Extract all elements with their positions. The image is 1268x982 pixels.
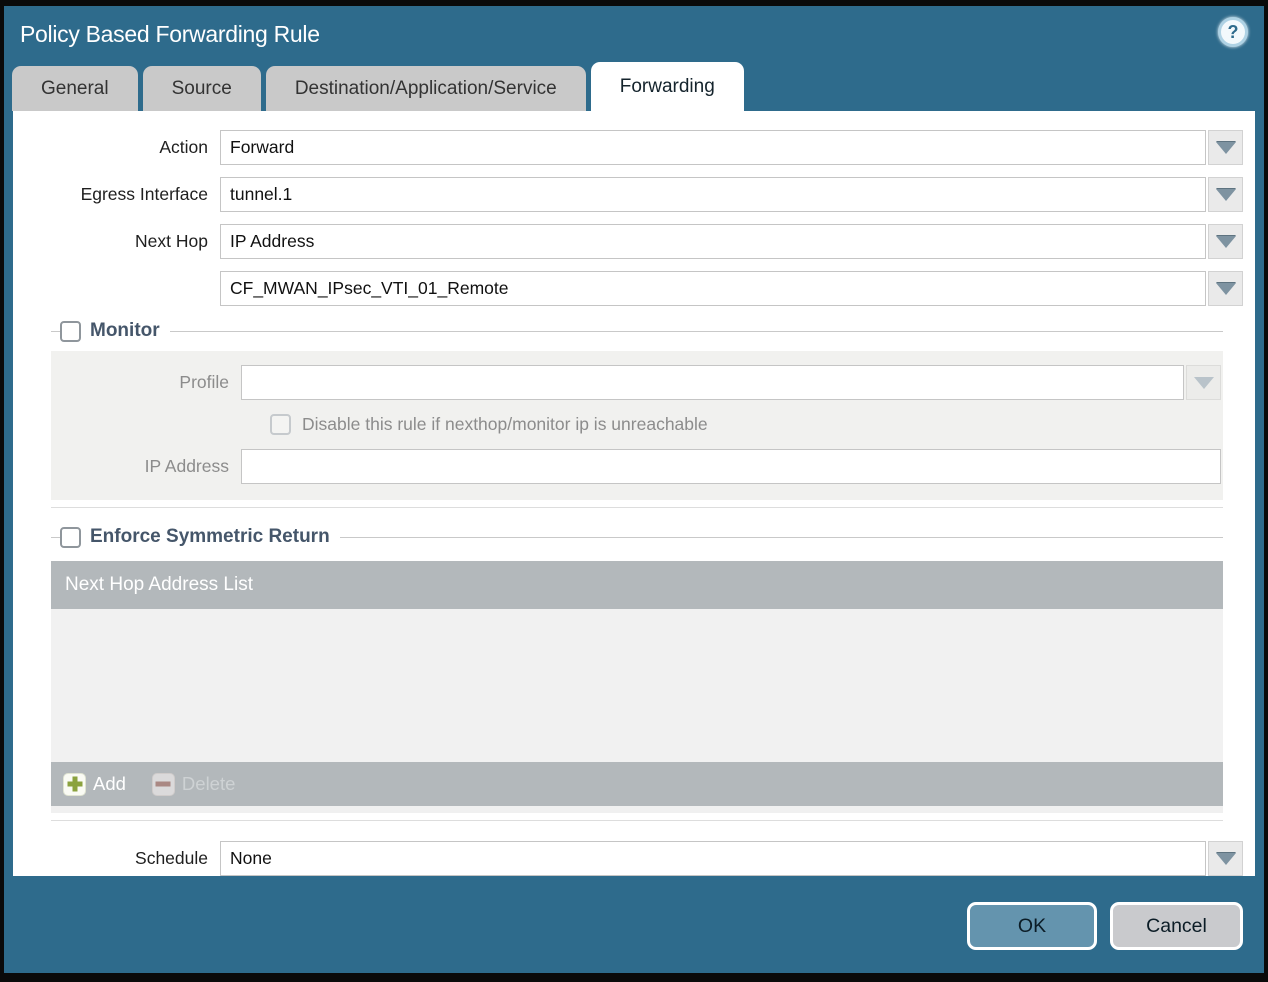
ok-button[interactable]: OK	[967, 902, 1097, 950]
next-hop-address-input[interactable]	[220, 271, 1206, 306]
dialog-titlebar: Policy Based Forwarding Rule ?	[4, 6, 1264, 62]
action-input[interactable]	[220, 130, 1206, 165]
tab-source[interactable]: Source	[142, 66, 261, 111]
enforce-symmetric-return-legend: Enforce Symmetric Return	[51, 524, 1223, 550]
enforce-symmetric-return-checkbox[interactable]	[60, 526, 81, 548]
monitor-fieldset: Monitor Profile Disable this rule if nex…	[51, 318, 1223, 508]
legend-line	[51, 330, 60, 332]
dialog-title: Policy Based Forwarding Rule	[20, 20, 320, 47]
table-bottom-strip	[51, 806, 1223, 813]
schedule-label: Schedule	[135, 848, 208, 868]
enforce-symmetric-return-title: Enforce Symmetric Return	[90, 526, 330, 547]
delete-button[interactable]: Delete	[151, 772, 236, 796]
next-hop-row: Next Hop	[13, 224, 1243, 259]
tab-destination-application-service[interactable]: Destination/Application/Service	[265, 66, 586, 111]
next-hop-type-dropdown-button[interactable]	[1208, 224, 1243, 259]
legend-line	[51, 536, 60, 538]
plus-icon	[63, 772, 86, 796]
pbf-rule-dialog: Policy Based Forwarding Rule ? General S…	[0, 0, 1268, 982]
add-button-label: Add	[93, 773, 126, 794]
next-hop-address-row	[13, 271, 1243, 306]
egress-interface-input[interactable]	[220, 177, 1206, 212]
action-label: Action	[159, 137, 208, 157]
profile-input[interactable]	[241, 365, 1184, 400]
next-hop-address-list-header: Next Hop Address List	[51, 561, 1223, 609]
action-row: Action	[13, 130, 1243, 165]
profile-dropdown-button[interactable]	[1186, 365, 1221, 400]
chevron-down-icon	[1193, 376, 1214, 389]
chevron-down-icon	[1215, 141, 1236, 154]
action-dropdown-button[interactable]	[1208, 130, 1243, 165]
chevron-down-icon	[1215, 852, 1236, 865]
next-hop-address-list-table: Next Hop Address List Add Delete	[51, 561, 1223, 813]
next-hop-type-input[interactable]	[220, 224, 1206, 259]
help-icon-glyph: ?	[1227, 21, 1239, 42]
egress-interface-dropdown-button[interactable]	[1208, 177, 1243, 212]
delete-button-label: Delete	[181, 773, 236, 794]
schedule-dropdown-button[interactable]	[1208, 841, 1243, 876]
schedule-row: Schedule	[13, 841, 1243, 876]
schedule-input[interactable]	[220, 841, 1206, 876]
next-hop-address-list-body[interactable]	[51, 609, 1223, 762]
monitor-ip-address-label: IP Address	[144, 456, 229, 476]
egress-interface-row: Egress Interface	[13, 177, 1243, 212]
egress-interface-label: Egress Interface	[80, 184, 208, 204]
dialog-footer: OK Cancel	[4, 876, 1264, 973]
next-hop-address-list-toolbar: Add Delete	[51, 762, 1223, 806]
disable-rule-checkbox[interactable]	[270, 414, 291, 435]
tab-forwarding[interactable]: Forwarding	[590, 62, 744, 111]
monitor-ip-address-row: IP Address	[51, 449, 1221, 484]
tab-bar: General Source Destination/Application/S…	[4, 62, 1264, 111]
profile-label: Profile	[179, 372, 229, 392]
disable-rule-label: Disable this rule if nexthop/monitor ip …	[302, 414, 708, 434]
help-icon[interactable]: ?	[1218, 17, 1248, 47]
next-hop-address-dropdown-button[interactable]	[1208, 271, 1243, 306]
legend-line	[169, 330, 1223, 332]
profile-row: Profile	[51, 365, 1221, 400]
monitor-title: Monitor	[90, 320, 160, 341]
enforce-symmetric-return-fieldset: Enforce Symmetric Return Next Hop Addres…	[51, 524, 1223, 821]
cancel-button[interactable]: Cancel	[1110, 902, 1243, 950]
disable-rule-row: Disable this rule if nexthop/monitor ip …	[270, 414, 1221, 435]
monitor-legend: Monitor	[51, 318, 1223, 344]
forwarding-tab-panel: Action Egress Interface Next Hop	[13, 111, 1255, 876]
add-button[interactable]: Add	[63, 772, 126, 796]
tab-general[interactable]: General	[12, 66, 138, 111]
legend-line	[339, 536, 1223, 538]
chevron-down-icon	[1215, 188, 1236, 201]
minus-icon	[151, 772, 175, 796]
monitor-checkbox[interactable]	[60, 320, 81, 342]
next-hop-label: Next Hop	[135, 231, 208, 251]
chevron-down-icon	[1215, 235, 1236, 248]
chevron-down-icon	[1215, 282, 1236, 295]
monitor-panel: Profile Disable this rule if nexthop/mon…	[51, 351, 1223, 500]
monitor-ip-address-input[interactable]	[241, 449, 1221, 484]
